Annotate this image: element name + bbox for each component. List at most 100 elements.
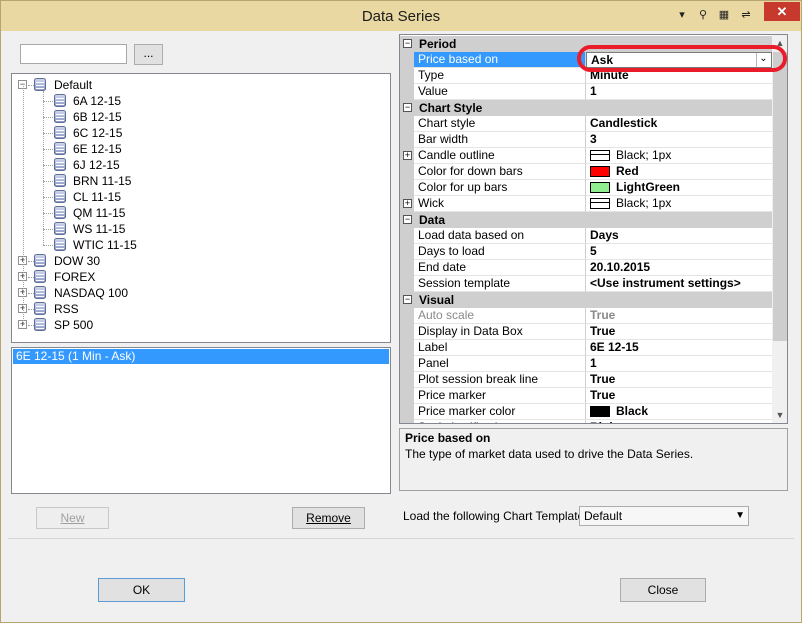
property-row[interactable]: Plot session break line True — [400, 372, 772, 388]
property-category-chart-style[interactable]: − Chart Style — [400, 100, 772, 116]
property-row[interactable]: Days to load 5 — [400, 244, 772, 260]
tree-group-nasdaq-100[interactable]: + NASDAQ 100 — [12, 285, 390, 301]
property-value[interactable]: Red — [586, 164, 772, 180]
property-gutter — [400, 308, 414, 324]
property-row[interactable]: Chart style Candlestick — [400, 116, 772, 132]
tree-item[interactable]: WS 11-15 — [12, 221, 390, 237]
close-icon[interactable]: ✕ — [764, 2, 800, 21]
property-row[interactable]: Load data based on Days — [400, 228, 772, 244]
property-value[interactable]: 3 — [586, 132, 772, 148]
color-swatch — [590, 406, 610, 417]
property-value[interactable]: True — [586, 372, 772, 388]
property-value[interactable]: True — [586, 324, 772, 340]
tree-group-default[interactable]: − Default — [12, 77, 390, 93]
property-row[interactable]: Panel 1 — [400, 356, 772, 372]
property-value[interactable]: Right — [586, 420, 772, 423]
tree-item[interactable]: WTIC 11-15 — [12, 237, 390, 253]
expand-icon[interactable]: + — [403, 151, 412, 160]
scroll-down-icon[interactable]: ▼ — [772, 407, 787, 423]
property-value[interactable]: LightGreen — [586, 180, 772, 196]
instrument-search-input[interactable] — [20, 44, 127, 64]
tree-group-rss[interactable]: + RSS — [12, 301, 390, 317]
property-row[interactable]: Price based on Ask ⌄ — [400, 52, 772, 68]
property-value[interactable]: Black; 1px — [586, 148, 772, 164]
property-row[interactable]: Auto scale True — [400, 308, 772, 324]
tree-item[interactable]: QM 11-15 — [12, 205, 390, 221]
link-icon[interactable]: ⇌ — [738, 7, 754, 23]
property-row[interactable]: Display in Data Box True — [400, 324, 772, 340]
property-category-data[interactable]: − Data — [400, 212, 772, 228]
instrument-tree[interactable]: − Default 6A 12-15 6B 12-15 6C 12-15 6E 12-15… — [11, 73, 391, 343]
filter-icon[interactable]: ▾ — [674, 7, 690, 23]
property-value[interactable]: Candlestick — [586, 116, 772, 132]
tree-item[interactable]: CL 11-15 — [12, 189, 390, 205]
property-row[interactable]: Bar width 3 — [400, 132, 772, 148]
scroll-up-icon[interactable]: ▲ — [772, 35, 787, 51]
expand-icon[interactable]: + — [403, 199, 412, 208]
database-icon — [34, 318, 46, 331]
property-row[interactable]: Type Minute — [400, 68, 772, 84]
tree-group-dow-30[interactable]: + DOW 30 — [12, 253, 390, 269]
list-item[interactable]: 6E 12-15 (1 Min - Ask) — [13, 349, 389, 364]
collapse-icon[interactable]: − — [403, 103, 412, 112]
price-based-on-select[interactable]: Ask ⌄ — [586, 52, 772, 68]
property-value[interactable]: 1 — [586, 356, 772, 372]
property-name: Color for down bars — [414, 164, 586, 180]
collapse-icon[interactable]: − — [403, 295, 412, 304]
scroll-thumb[interactable] — [773, 52, 787, 341]
property-value[interactable]: Black; 1px — [586, 196, 772, 212]
tree-label: BRN 11-15 — [73, 174, 132, 188]
property-row[interactable]: Session template <Use instrument settings… — [400, 276, 772, 292]
property-row[interactable]: Price marker color Black — [400, 404, 772, 420]
property-row[interactable]: Color for down bars Red — [400, 164, 772, 180]
collapse-icon[interactable]: − — [403, 215, 412, 224]
remove-button[interactable]: Remove — [292, 507, 365, 529]
tree-group-forex[interactable]: + FOREX — [12, 269, 390, 285]
property-value[interactable]: 6E 12-15 — [586, 340, 772, 356]
collapse-icon[interactable]: − — [403, 39, 412, 48]
new-button[interactable]: New — [36, 507, 109, 529]
property-value[interactable]: Black — [586, 404, 772, 420]
tree-group-sp-500[interactable]: + SP 500 — [12, 317, 390, 333]
property-row[interactable]: End date 20.10.2015 — [400, 260, 772, 276]
property-value-text: LightGreen — [616, 180, 681, 194]
property-value[interactable]: 1 — [586, 84, 772, 100]
property-value[interactable]: True — [586, 388, 772, 404]
browse-instruments-button[interactable]: ... — [134, 44, 163, 65]
grid-icon[interactable]: ▦ — [716, 7, 732, 23]
property-row[interactable]: Scale justificationRight — [400, 420, 772, 423]
property-value[interactable]: Days — [586, 228, 772, 244]
property-category-visual[interactable]: − Visual — [400, 292, 772, 308]
tree-item[interactable]: 6J 12-15 — [12, 157, 390, 173]
property-value[interactable]: <Use instrument settings> — [586, 276, 772, 292]
property-row[interactable]: + Wick Black; 1px — [400, 196, 772, 212]
property-row[interactable]: Color for up bars LightGreen — [400, 180, 772, 196]
chart-template-select[interactable]: Default ▼ — [579, 506, 749, 526]
property-gutter — [400, 260, 414, 276]
property-row[interactable]: Value 1 — [400, 84, 772, 100]
property-row[interactable]: Price marker True — [400, 388, 772, 404]
tree-item[interactable]: BRN 11-15 — [12, 173, 390, 189]
pin-icon[interactable]: ⚲ — [695, 7, 711, 23]
property-value[interactable]: 20.10.2015 — [586, 260, 772, 276]
data-series-dialog: Data Series ▾ ⚲ ▦ ⇌ ✕ ... − Default 6A 12-… — [0, 0, 802, 623]
property-value-text: Black — [616, 404, 649, 418]
property-value[interactable]: True — [586, 308, 772, 324]
property-grid-scrollbar[interactable]: ▲ ▼ — [772, 35, 787, 423]
close-button[interactable]: Close — [620, 578, 706, 602]
property-category-period[interactable]: − Period — [400, 36, 772, 52]
property-value[interactable]: Minute — [586, 68, 772, 84]
property-gutter — [400, 420, 414, 423]
ok-button[interactable]: OK — [98, 578, 185, 602]
data-series-list[interactable]: 6E 12-15 (1 Min - Ask) — [11, 347, 391, 494]
property-value[interactable]: 5 — [586, 244, 772, 260]
chart-template-label: Load the following Chart Template: — [403, 509, 588, 523]
tree-item[interactable]: 6A 12-15 — [12, 93, 390, 109]
tree-item[interactable]: 6E 12-15 — [12, 141, 390, 157]
tree-item[interactable]: 6B 12-15 — [12, 109, 390, 125]
property-row[interactable]: + Candle outline Black; 1px — [400, 148, 772, 164]
chevron-down-icon[interactable]: ⌄ — [756, 53, 770, 67]
tree-item[interactable]: 6C 12-15 — [12, 125, 390, 141]
property-gutter — [400, 244, 414, 260]
property-row[interactable]: Label 6E 12-15 — [400, 340, 772, 356]
